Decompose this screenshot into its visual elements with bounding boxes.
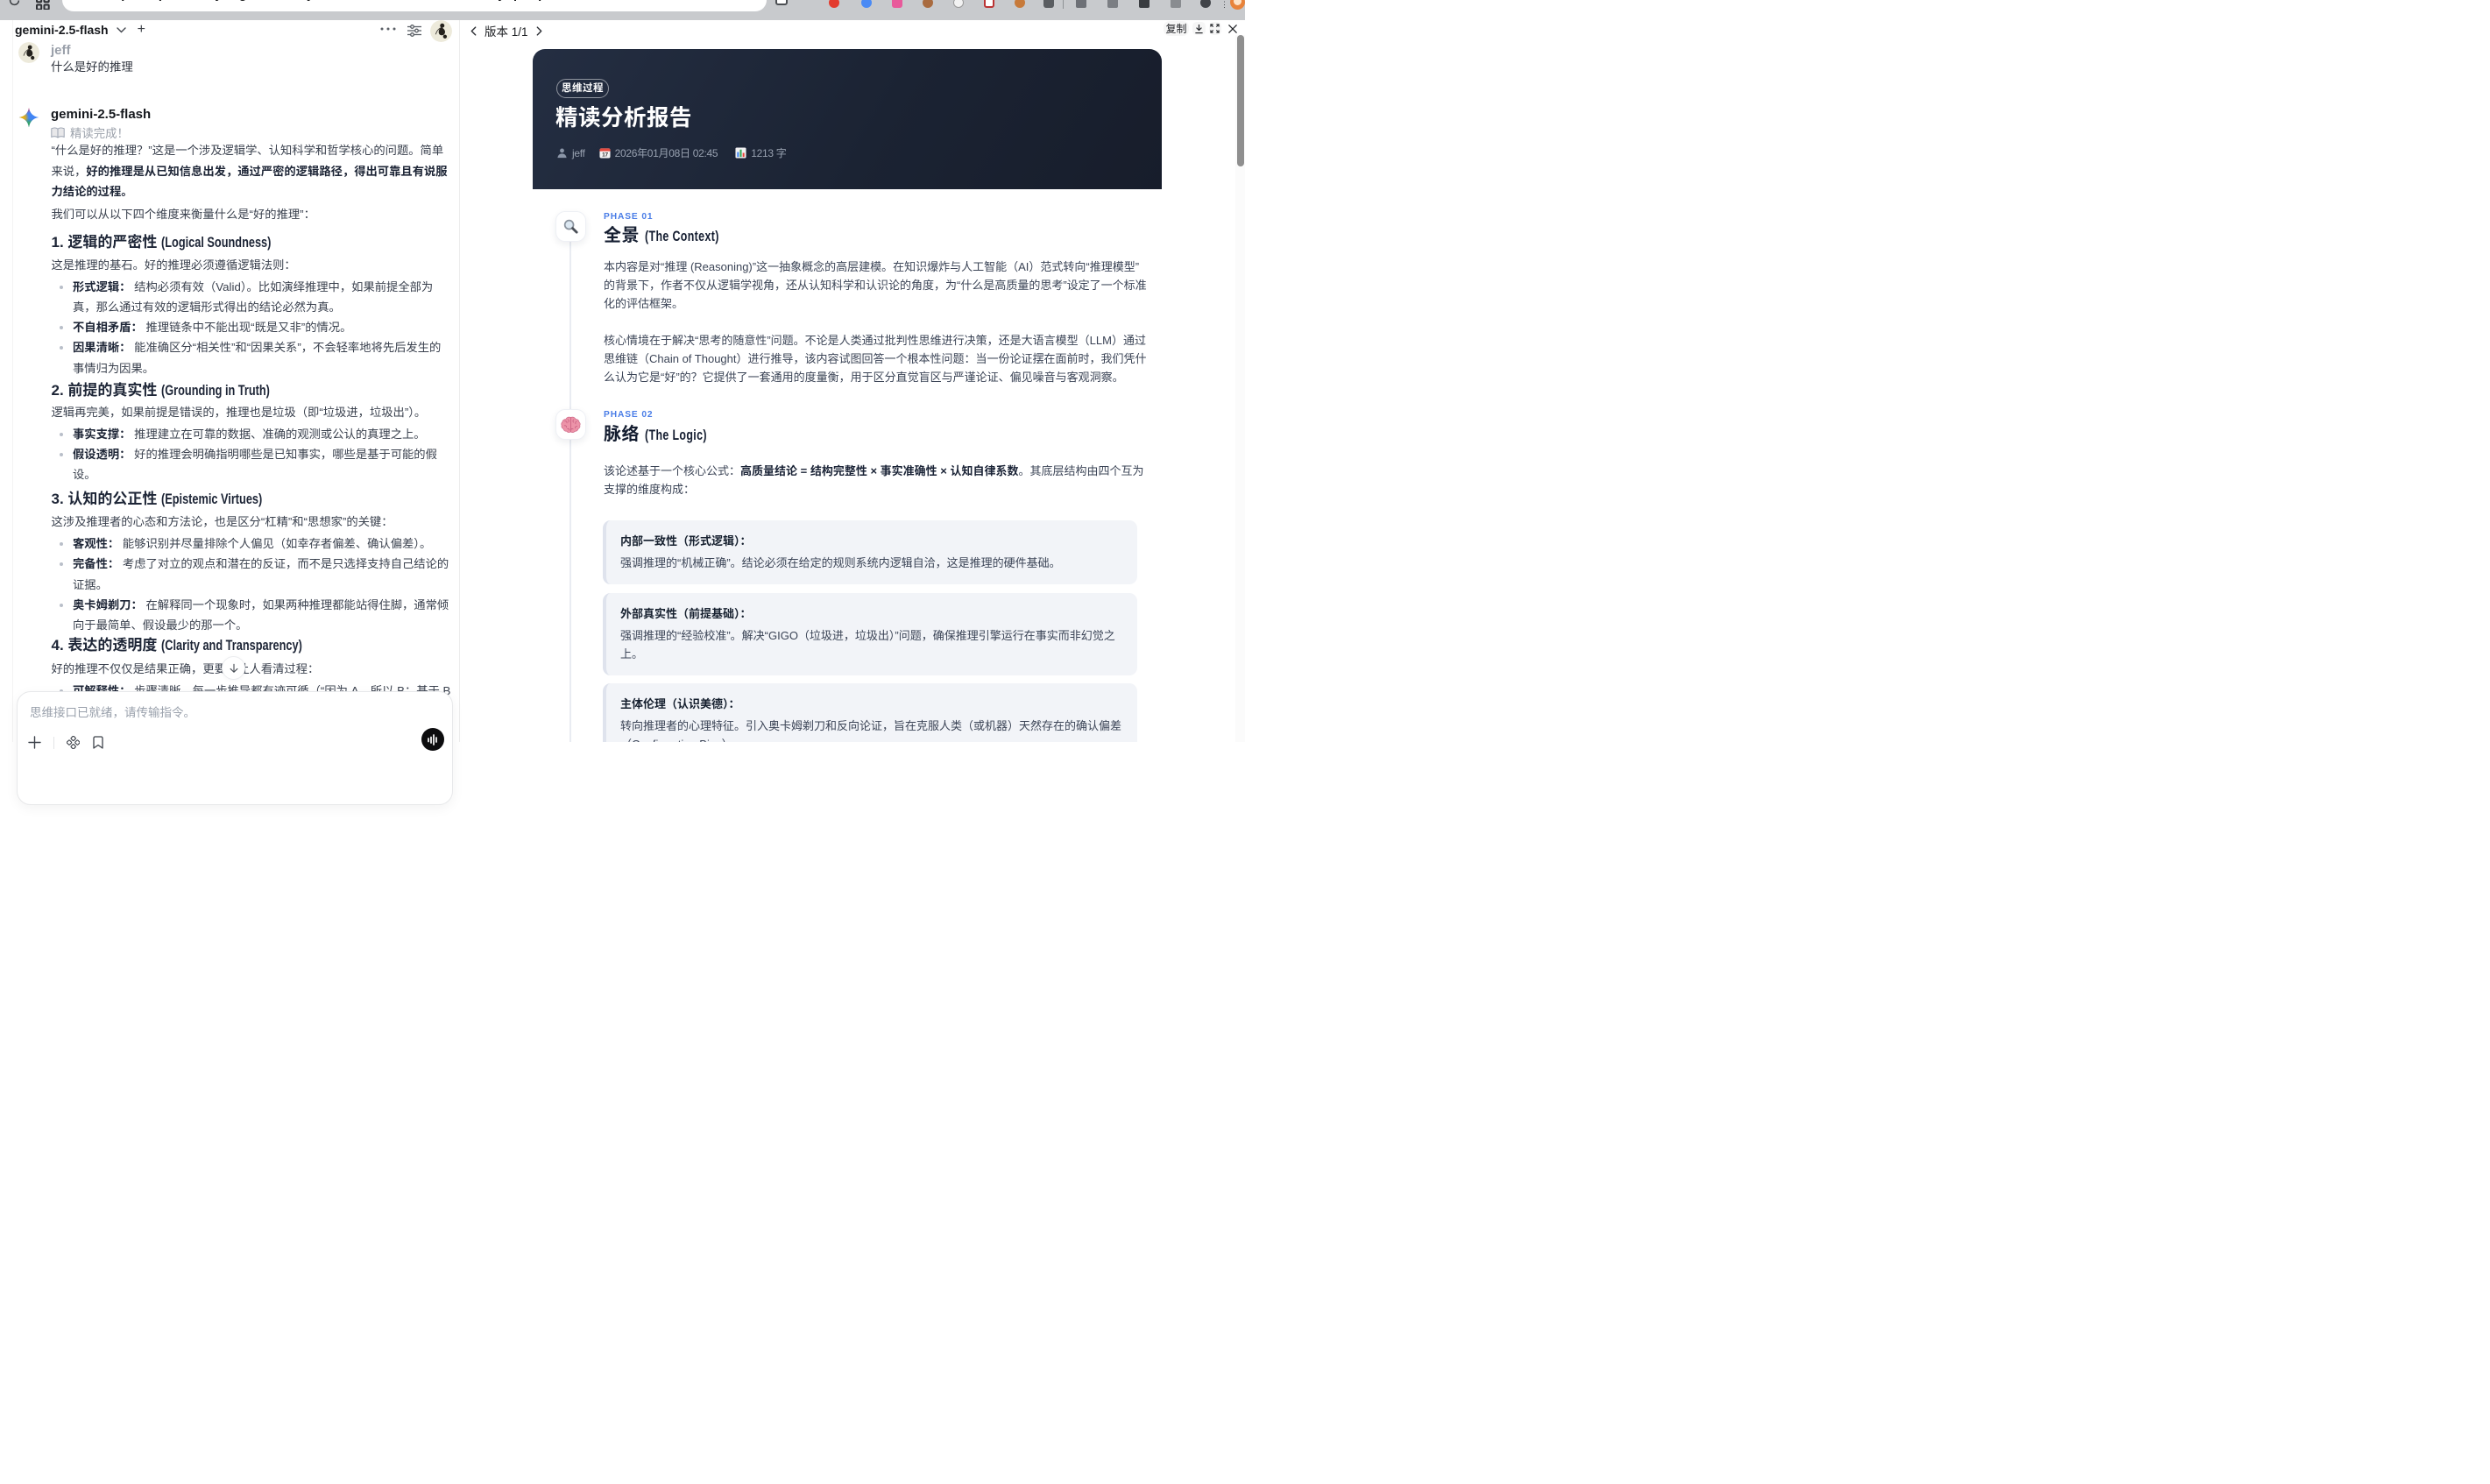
svg-text:17: 17 xyxy=(602,152,608,159)
